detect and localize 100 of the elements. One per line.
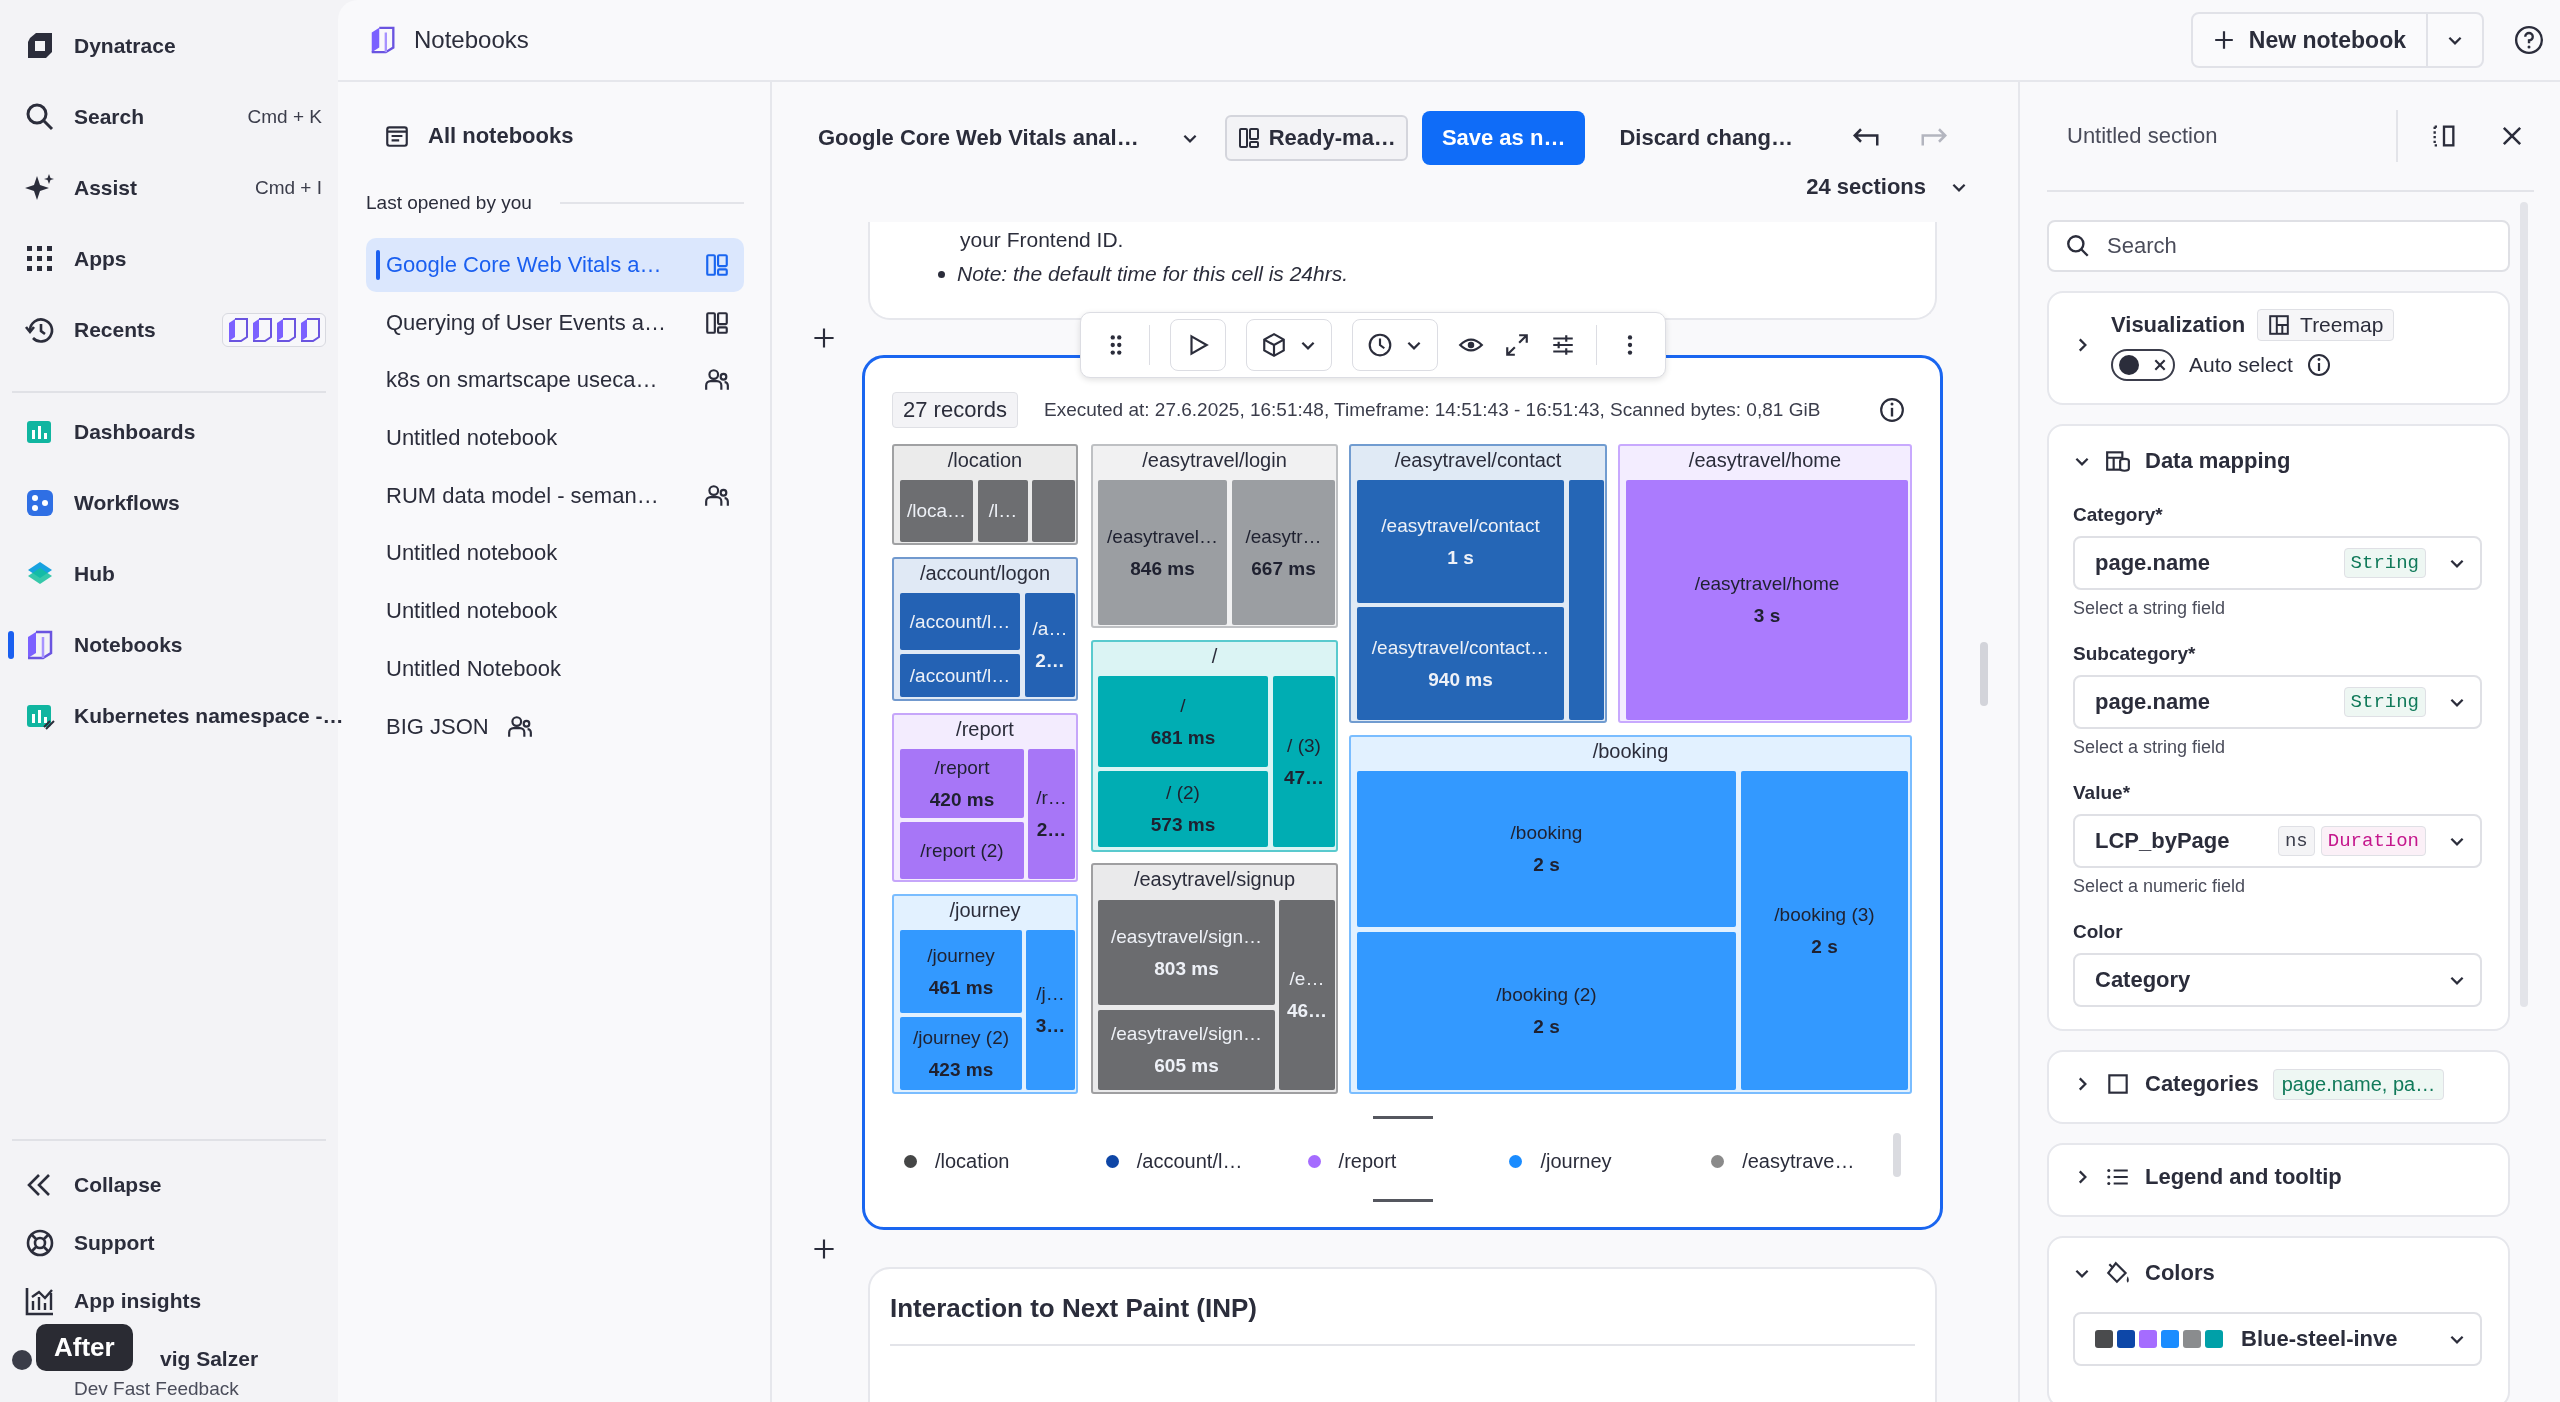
all-notebooks-link[interactable]: All notebooks bbox=[428, 123, 574, 149]
run-button[interactable] bbox=[1170, 319, 1226, 371]
treemap-tile[interactable]: / 681 ms bbox=[1098, 676, 1268, 767]
treemap-tile[interactable]: /easytravel/contact 1 s bbox=[1357, 480, 1564, 603]
avatar[interactable] bbox=[12, 1350, 32, 1370]
resize-handle[interactable] bbox=[1372, 1199, 1433, 1202]
notebook-item[interactable]: Untitled notebook bbox=[366, 411, 744, 466]
legend-label[interactable]: /account/l… bbox=[1136, 1149, 1243, 1173]
notebook-item[interactable]: Untitled Notebook bbox=[366, 641, 744, 696]
nav-item[interactable]: Hub bbox=[74, 561, 115, 586]
treemap-tile[interactable]: /easytravel/contact… 940 ms bbox=[1357, 607, 1564, 720]
select-field[interactable]: Category bbox=[2073, 953, 2482, 1007]
treemap-tile[interactable]: /a… 2… bbox=[1025, 593, 1075, 697]
treemap-tile[interactable]: /account/l… bbox=[900, 654, 1020, 697]
treemap-group[interactable]: /account/logon /account/l… /account/l… /a… 2… bbox=[892, 557, 1078, 701]
timeframe-button[interactable] bbox=[1352, 319, 1438, 371]
nav-item[interactable]: Support bbox=[74, 1231, 155, 1255]
treemap-tile[interactable]: /e… 46… bbox=[1279, 900, 1335, 1090]
nav-item[interactable]: Assist bbox=[74, 175, 138, 200]
treemap-tile[interactable]: /easytravel/sign… 605 ms bbox=[1098, 1010, 1275, 1090]
treemap-tile[interactable]: /loca… bbox=[900, 480, 973, 542]
notebook-item[interactable]: k8s on smartscape useca… bbox=[366, 353, 744, 408]
treemap-group[interactable]: /easytravel/contact /easytravel/contact 1 s /easytravel/contact… 940 ms bbox=[1349, 444, 1607, 723]
expand-icon[interactable] bbox=[1504, 332, 1530, 358]
info-icon[interactable] bbox=[1879, 397, 1905, 423]
discard-button[interactable]: Discard chang… bbox=[1599, 124, 1813, 151]
select-field[interactable]: page.name String bbox=[2073, 675, 2482, 729]
section-name[interactable]: Untitled section bbox=[2067, 123, 2218, 149]
resize-handle[interactable] bbox=[1372, 1116, 1433, 1119]
treemap-tile[interactable]: /booking (2) 2 s bbox=[1357, 932, 1736, 1090]
treemap-tile[interactable] bbox=[1032, 480, 1075, 542]
nav-item[interactable]: Collapse bbox=[74, 1173, 162, 1197]
nav-item[interactable]: Notebooks bbox=[74, 632, 183, 657]
scrollbar-thumb[interactable] bbox=[1893, 1133, 1901, 1177]
nav-item[interactable]: Workflows bbox=[74, 490, 180, 515]
treemap-tile[interactable]: /j… 3… bbox=[1026, 930, 1075, 1090]
treemap-tile[interactable]: /booking (3) 2 s bbox=[1741, 771, 1908, 1090]
notebook-title-dropdown[interactable]: Google Core Web Vitals anal… bbox=[812, 124, 1145, 151]
recent-apps-tray[interactable] bbox=[222, 312, 326, 347]
treemap-group[interactable]: /easytravel/login /easytravel… 846 ms /easytr… 667 ms bbox=[1091, 444, 1338, 628]
notebook-icon[interactable] bbox=[275, 316, 297, 343]
treemap-tile[interactable]: /r… 2… bbox=[1028, 749, 1075, 879]
treemap-tile[interactable]: /easytravel/home 3 s bbox=[1626, 480, 1908, 720]
nav-item[interactable]: Kubernetes namespace -… bbox=[74, 703, 344, 728]
treemap-tile[interactable]: /easytr… 667 ms bbox=[1232, 480, 1335, 625]
sliders-icon[interactable] bbox=[1550, 332, 1576, 358]
notebook-item[interactable]: BIG JSON bbox=[366, 699, 744, 754]
treemap-tile[interactable]: /easytravel… 846 ms bbox=[1098, 480, 1227, 625]
notebook-item[interactable]: RUM data model - seman… bbox=[366, 468, 744, 523]
treemap-group[interactable]: /location /loca… /l… bbox=[892, 444, 1078, 545]
nav-item[interactable]: Apps bbox=[74, 246, 127, 271]
legend-label[interactable]: /report bbox=[1338, 1149, 1397, 1173]
legend-label[interactable]: /journey bbox=[1540, 1149, 1612, 1173]
nav-item[interactable]: App insights bbox=[74, 1289, 202, 1313]
save-button[interactable]: Save as n… bbox=[1421, 110, 1586, 165]
nav-item[interactable]: Recents bbox=[74, 317, 156, 342]
treemap-tile[interactable]: /account/l… bbox=[900, 593, 1020, 650]
treemap-group[interactable]: /report /report 420 ms /report (2) /r… 2… bbox=[892, 713, 1078, 882]
notebook-icon[interactable] bbox=[299, 316, 321, 343]
treemap-tile[interactable]: / (3) 47… bbox=[1273, 676, 1335, 847]
select-field[interactable]: page.name String bbox=[2073, 536, 2482, 590]
new-notebook-button[interactable]: New notebook bbox=[2192, 14, 2428, 66]
treemap-tile[interactable]: /easytravel/sign… 803 ms bbox=[1098, 900, 1275, 1005]
nav-item[interactable]: Search bbox=[74, 104, 145, 129]
ready-made-button[interactable]: Ready-ma… bbox=[1224, 114, 1408, 161]
query-cell[interactable] bbox=[862, 355, 1943, 1230]
toggle-switch[interactable] bbox=[2111, 349, 2175, 381]
legend-label[interactable]: /easytrave… bbox=[1742, 1149, 1855, 1173]
data-source-button[interactable] bbox=[1246, 319, 1332, 371]
notebook-item[interactable]: Untitled notebook bbox=[366, 584, 744, 639]
treemap-group[interactable]: / / 681 ms / (2) 573 ms / (3) 47… bbox=[1091, 640, 1338, 852]
help-icon[interactable] bbox=[2514, 25, 2544, 55]
notebook-item[interactable]: Google Core Web Vitals a… bbox=[366, 238, 744, 292]
brand-name[interactable]: Dynatrace bbox=[74, 33, 176, 58]
palette-select[interactable]: Blue-steel-inve bbox=[2073, 1312, 2482, 1366]
treemap-group[interactable]: /booking /booking 2 s /booking (2) 2 s /booking (3) 2 s bbox=[1349, 735, 1912, 1094]
treemap-group[interactable]: /easytravel/signup /easytravel/sign… 803 ms /easytravel/sign… 605 ms /e… 46… bbox=[1091, 863, 1338, 1094]
treemap-tile[interactable]: / (2) 573 ms bbox=[1098, 771, 1268, 847]
treemap-group[interactable]: /journey /journey 461 ms /journey (2) 423 ms /j… 3… bbox=[892, 894, 1078, 1094]
select-field[interactable]: LCP_byPage ns Duration bbox=[2073, 814, 2482, 868]
info-icon[interactable] bbox=[2306, 353, 2331, 377]
notebook-item[interactable]: Untitled notebook bbox=[366, 526, 744, 581]
treemap-tile[interactable]: /l… bbox=[978, 480, 1028, 542]
notebook-icon[interactable] bbox=[251, 316, 273, 343]
notebook-item[interactable]: Querying of User Events a… bbox=[366, 295, 744, 350]
treemap-group[interactable]: /easytravel/home /easytravel/home 3 s bbox=[1618, 444, 1912, 723]
treemap-tile[interactable]: /journey (2) 423 ms bbox=[900, 1017, 1022, 1090]
treemap-tile[interactable] bbox=[1569, 480, 1604, 720]
sections-dropdown[interactable]: 24 sections bbox=[1800, 173, 1932, 201]
plus-icon[interactable] bbox=[812, 325, 836, 350]
visualization-tag[interactable]: Treemap bbox=[2257, 309, 2395, 341]
legend-label[interactable]: /location bbox=[935, 1149, 1010, 1173]
treemap-tile[interactable]: /journey 461 ms bbox=[900, 930, 1022, 1013]
scrollbar-thumb[interactable] bbox=[1980, 642, 1988, 706]
plus-icon[interactable] bbox=[812, 1236, 836, 1261]
treemap-tile[interactable]: /report (2) bbox=[900, 822, 1024, 879]
treemap-tile[interactable]: /booking 2 s bbox=[1357, 771, 1736, 927]
nav-item[interactable]: Dashboards bbox=[74, 419, 196, 444]
treemap-tile[interactable]: /report 420 ms bbox=[900, 749, 1024, 818]
search-field[interactable]: Search bbox=[2047, 220, 2510, 272]
